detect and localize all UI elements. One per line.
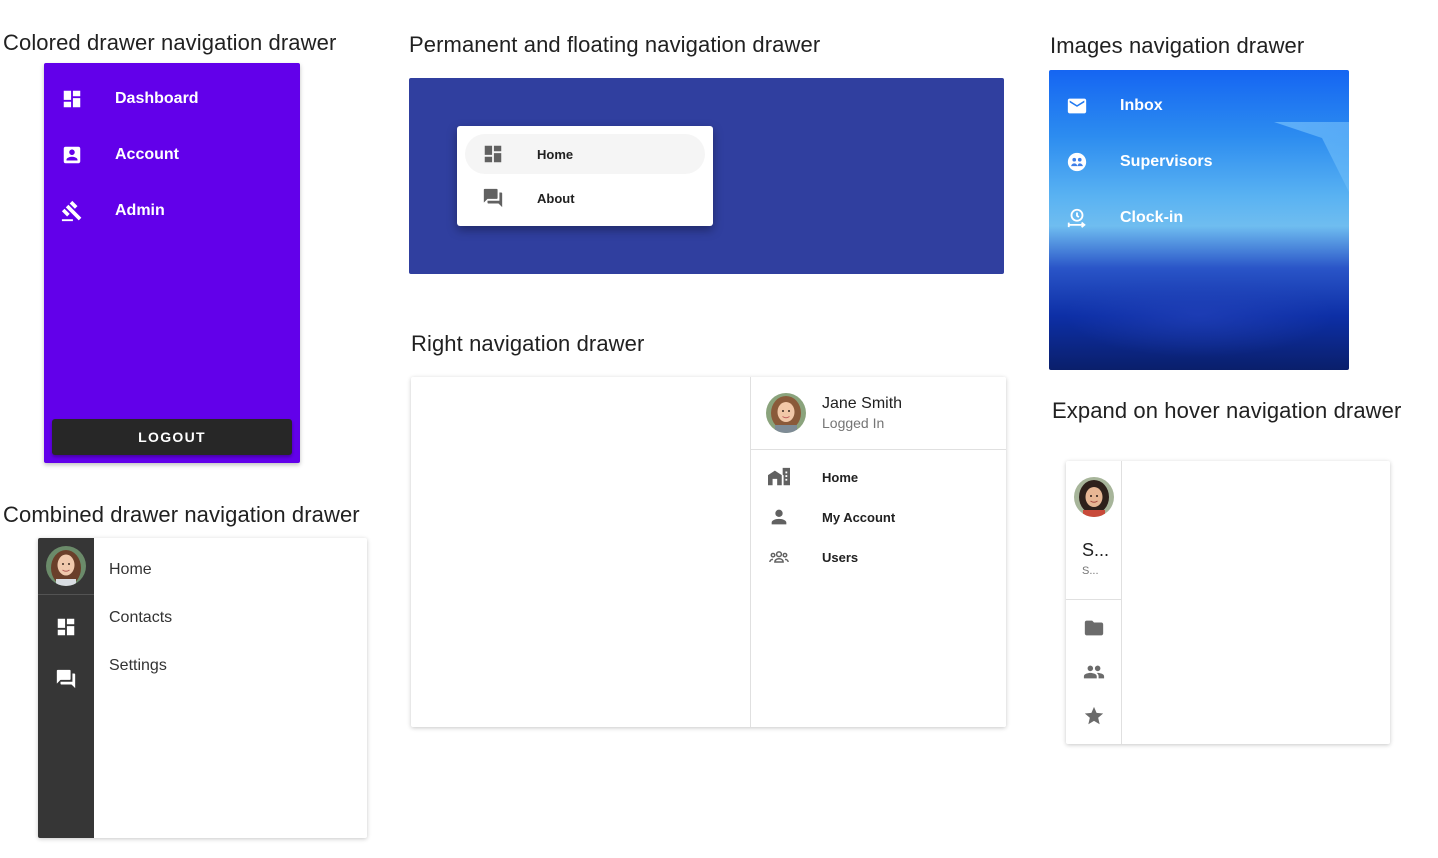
supervisor-icon (1065, 150, 1089, 174)
clock-in-icon (1065, 206, 1089, 230)
star-icon[interactable] (1082, 704, 1106, 728)
right-item-label: My Account (822, 509, 896, 525)
images-item-label: Clock-in (1120, 209, 1184, 226)
colored-item-dashboard[interactable]: Dashboard (60, 79, 199, 119)
images-item-clock-in[interactable]: Clock-in (1065, 198, 1183, 238)
combined-link-contacts[interactable]: Contacts (109, 609, 172, 627)
account-icon (767, 505, 791, 529)
divider (1066, 599, 1122, 600)
right-drawer-title: Right navigation drawer (411, 331, 645, 356)
gavel-icon (60, 199, 84, 223)
expand-on-hover-container: S... S... (1066, 461, 1390, 744)
user-name: S... (1082, 540, 1110, 560)
colored-item-label: Dashboard (115, 90, 199, 107)
folder-icon[interactable] (1082, 616, 1106, 640)
floating-navigation-drawer: Home About (457, 126, 713, 226)
user-status: Logged In (822, 415, 885, 431)
images-item-label: Supervisors (1120, 153, 1213, 170)
avatar[interactable] (1074, 477, 1114, 517)
user-name: Jane Smith (822, 395, 903, 412)
colored-navigation-drawer: Dashboard Account Admin LOGOUT (44, 63, 300, 463)
floating-item-label: Home (537, 146, 574, 162)
colored-item-label: Account (115, 146, 179, 163)
dashboard-icon (60, 87, 84, 111)
right-item-my-account[interactable]: My Account (767, 497, 895, 537)
images-item-supervisors[interactable]: Supervisors (1065, 142, 1212, 182)
images-item-label: Inbox (1120, 97, 1163, 114)
combined-drawer-rail (38, 538, 94, 838)
forum-icon[interactable] (54, 667, 78, 691)
user-email: S... (1082, 565, 1099, 577)
images-drawer-title: Images navigation drawer (1050, 33, 1305, 58)
colored-item-account[interactable]: Account (60, 135, 179, 175)
users-icon (767, 545, 791, 569)
combined-navigation-drawer: Home Contacts Settings (38, 538, 367, 838)
divider (751, 449, 1006, 450)
right-item-users[interactable]: Users (767, 537, 858, 577)
floating-item-home[interactable]: Home (481, 134, 573, 174)
right-item-label: Home (822, 469, 859, 485)
dashboard-icon (481, 142, 505, 166)
background-image-highlight (1274, 122, 1349, 282)
right-item-home[interactable]: Home (767, 457, 858, 497)
logout-button[interactable]: LOGOUT (52, 419, 292, 455)
floating-item-label: About (537, 190, 575, 206)
expand-on-hover-drawer: S... S... (1066, 461, 1122, 744)
permanent-drawer-title: Permanent and floating navigation drawer (409, 32, 821, 57)
right-drawer-container: Jane Smith Logged In Home My Account Use… (411, 377, 1006, 727)
avatar[interactable] (766, 393, 806, 433)
email-icon (1065, 94, 1089, 118)
permanent-floating-drawer-container: Home About (409, 78, 1004, 274)
combined-link-home[interactable]: Home (109, 561, 152, 579)
account-box-icon (60, 143, 84, 167)
rail-divider (38, 594, 94, 595)
images-item-inbox[interactable]: Inbox (1065, 86, 1163, 126)
colored-item-label: Admin (115, 202, 165, 219)
forum-icon (481, 186, 505, 210)
colored-drawer-title: Colored drawer navigation drawer (3, 30, 337, 55)
dashboard-icon[interactable] (54, 615, 78, 639)
home-city-icon (767, 465, 791, 489)
colored-item-admin[interactable]: Admin (60, 191, 165, 231)
combined-link-settings[interactable]: Settings (109, 657, 167, 675)
avatar[interactable] (46, 546, 86, 586)
floating-item-about[interactable]: About (481, 178, 575, 218)
images-navigation-drawer: Inbox Supervisors Clock-in (1049, 70, 1349, 370)
combined-drawer-title: Combined drawer navigation drawer (3, 502, 360, 527)
right-navigation-drawer: Jane Smith Logged In Home My Account Use… (750, 377, 1006, 727)
right-item-label: Users (822, 549, 859, 565)
expand-drawer-title: Expand on hover navigation drawer (1052, 398, 1402, 423)
group-icon[interactable] (1082, 660, 1106, 684)
